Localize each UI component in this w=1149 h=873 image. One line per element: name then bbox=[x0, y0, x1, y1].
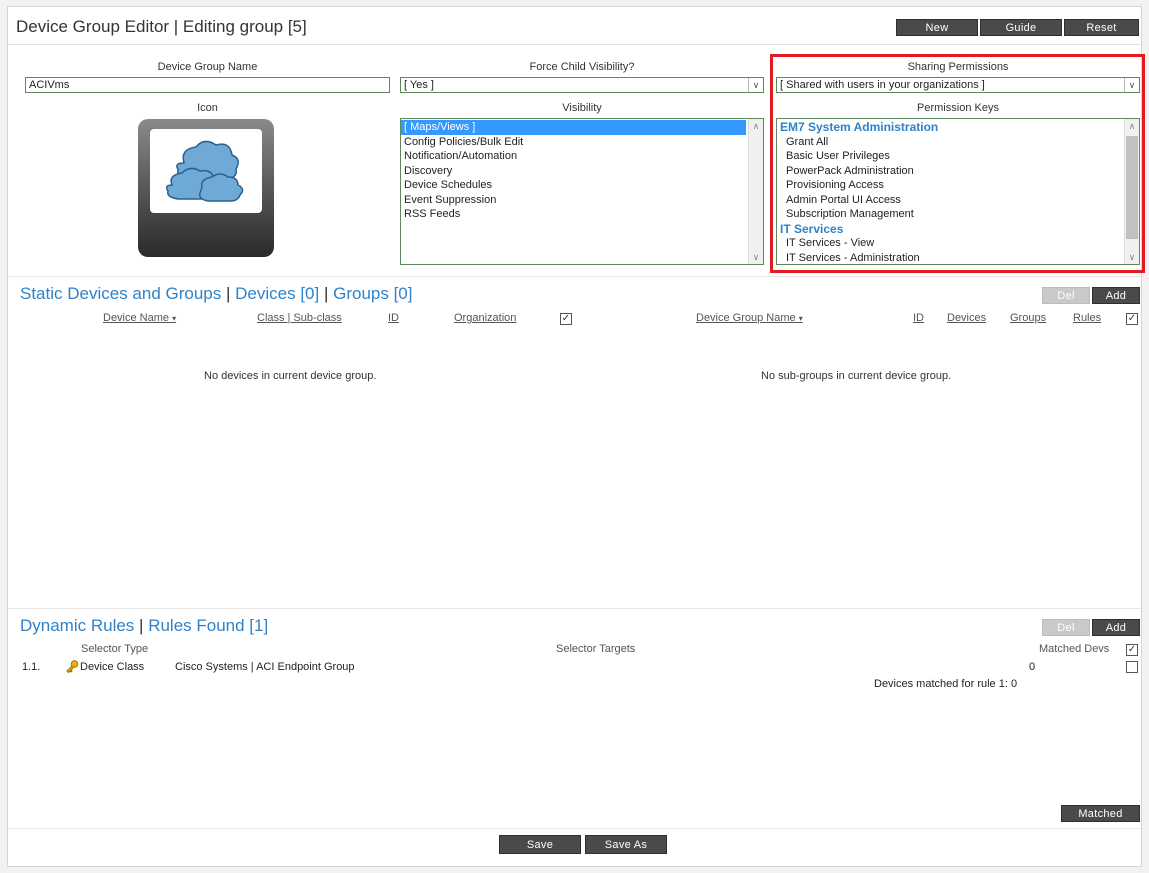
empty-groups-message: No sub-groups in current device group. bbox=[761, 370, 952, 382]
visibility-option[interactable]: Discovery bbox=[401, 164, 763, 179]
save-as-button[interactable]: Save As bbox=[585, 835, 667, 854]
title-separator: | bbox=[221, 284, 236, 303]
matched-button[interactable]: Matched bbox=[1061, 805, 1140, 822]
title-separator: | bbox=[134, 616, 149, 635]
visibility-option[interactable]: Config Policies/Bulk Edit bbox=[401, 135, 763, 150]
visibility-option[interactable]: Event Suppression bbox=[401, 193, 763, 208]
empty-devices-message: No devices in current device group. bbox=[204, 370, 377, 382]
select-all-devices-checkbox[interactable]: ✓ bbox=[560, 313, 572, 325]
visibility-option[interactable]: Notification/Automation bbox=[401, 149, 763, 164]
col-rules[interactable]: Rules bbox=[1073, 312, 1101, 324]
visibility-listbox[interactable]: [ Maps/Views ] Config Policies/Bulk Edit N… bbox=[400, 118, 764, 265]
col-organization[interactable]: Organization bbox=[454, 312, 516, 324]
rule-match-summary: Devices matched for rule 1: 0 bbox=[874, 678, 1018, 690]
group-name-label: Device Group Name bbox=[157, 61, 258, 73]
col-id[interactable]: ID bbox=[388, 312, 399, 324]
rules-found[interactable]: Rules Found [1] bbox=[148, 616, 268, 635]
rule-checkbox[interactable] bbox=[1126, 661, 1138, 673]
force-child-select[interactable]: [ Yes ] ∨ bbox=[400, 77, 764, 93]
group-name-input[interactable]: ACIVms bbox=[25, 77, 390, 93]
col-device-group-name[interactable]: Device Group Name ▾ bbox=[696, 312, 803, 324]
rule-matched-count: 0 bbox=[1029, 661, 1036, 673]
col-devices[interactable]: Devices bbox=[947, 312, 986, 324]
chevron-down-icon[interactable]: ∨ bbox=[748, 78, 763, 92]
guide-button[interactable]: Guide bbox=[980, 19, 1062, 36]
static-title-text: Static Devices and Groups bbox=[20, 284, 222, 303]
icon-label: Icon bbox=[197, 102, 218, 114]
device-group-editor-window: Device Group Editor | Editing group [5] … bbox=[7, 6, 1145, 867]
col-selector-targets: Selector Targets bbox=[556, 643, 636, 655]
group-icon-image[interactable] bbox=[138, 119, 274, 257]
rule-type[interactable]: Device Class bbox=[80, 661, 144, 673]
groups-count[interactable]: Groups [0] bbox=[333, 284, 412, 303]
visibility-option[interactable]: [ Maps/Views ] bbox=[401, 120, 746, 135]
col-selector-type: Selector Type bbox=[81, 643, 149, 655]
col-group-id[interactable]: ID bbox=[913, 312, 924, 324]
dynamic-add-button[interactable]: Add bbox=[1092, 619, 1140, 636]
divider bbox=[8, 828, 1141, 829]
visibility-option[interactable]: RSS Feeds bbox=[401, 207, 763, 222]
static-devices-title: Static Devices and Groups | Devices [0] … bbox=[20, 284, 412, 304]
col-device-name[interactable]: Device Name ▾ bbox=[103, 312, 176, 324]
dynamic-rules-title: Dynamic Rules | Rules Found [1] bbox=[20, 616, 268, 636]
dynamic-title-text: Dynamic Rules bbox=[20, 616, 135, 635]
title-bar: Device Group Editor | Editing group [5] … bbox=[8, 7, 1141, 45]
sharing-permissions-highlight bbox=[770, 54, 1145, 273]
visibility-label: Visibility bbox=[562, 102, 602, 114]
col-group-name-label: Device Group Name bbox=[696, 312, 796, 324]
divider bbox=[8, 608, 1141, 609]
save-button[interactable]: Save bbox=[499, 835, 581, 854]
static-add-button[interactable]: Add bbox=[1092, 287, 1140, 304]
select-all-rules-checkbox[interactable]: ✓ bbox=[1126, 644, 1138, 656]
scroll-down-icon[interactable]: ∨ bbox=[749, 250, 763, 264]
scroll-up-icon[interactable]: ∧ bbox=[749, 119, 763, 133]
new-button[interactable]: New bbox=[896, 19, 978, 36]
devices-count[interactable]: Devices [0] bbox=[235, 284, 319, 303]
force-child-label: Force Child Visibility? bbox=[529, 61, 635, 73]
icon-frame bbox=[150, 129, 262, 213]
sort-icon: ▾ bbox=[172, 314, 177, 323]
sort-icon: ▾ bbox=[798, 314, 803, 323]
col-matched-devs: Matched Devs bbox=[1039, 643, 1110, 655]
page-title: Device Group Editor | Editing group [5] bbox=[16, 17, 307, 36]
key-icon[interactable] bbox=[65, 660, 79, 676]
col-device-name-label: Device Name bbox=[103, 312, 170, 324]
visibility-scrollbar[interactable]: ∧ ∨ bbox=[748, 119, 763, 264]
select-all-groups-checkbox[interactable]: ✓ bbox=[1126, 313, 1138, 325]
col-class[interactable]: Class | Sub-class bbox=[257, 312, 342, 324]
dynamic-del-button[interactable]: Del bbox=[1042, 619, 1090, 636]
col-groups[interactable]: Groups bbox=[1010, 312, 1046, 324]
rule-index: 1.1. bbox=[22, 661, 41, 673]
divider bbox=[8, 276, 1141, 277]
cloud-group-icon bbox=[165, 140, 244, 202]
static-del-button[interactable]: Del bbox=[1042, 287, 1090, 304]
rule-target[interactable]: Cisco Systems | ACI Endpoint Group bbox=[175, 661, 355, 673]
title-separator: | bbox=[319, 284, 334, 303]
visibility-option[interactable]: Device Schedules bbox=[401, 178, 763, 193]
reset-button[interactable]: Reset bbox=[1064, 19, 1139, 36]
force-child-value: [ Yes ] bbox=[404, 79, 434, 91]
